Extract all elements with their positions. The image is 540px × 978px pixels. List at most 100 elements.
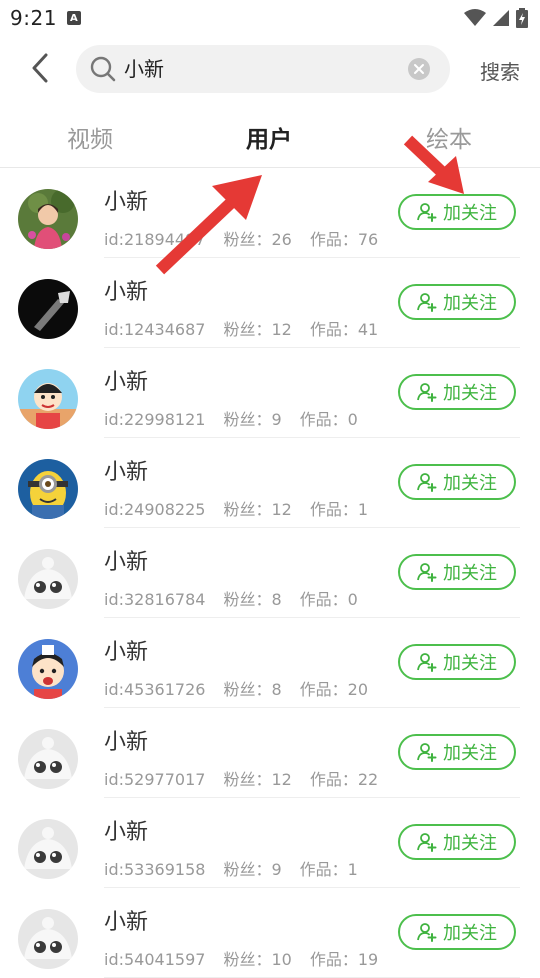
fans-prefix: 粉丝： (223, 770, 272, 789)
fans-value: 12 (271, 500, 292, 519)
follow-button[interactable]: 加关注 (398, 824, 516, 860)
user-id: id:32816784 (104, 590, 206, 609)
fans-prefix: 粉丝： (223, 320, 272, 339)
fans-value: 8 (271, 590, 282, 609)
works-value: 1 (357, 500, 369, 519)
user-name: 小新 (104, 910, 149, 935)
works-prefix: 作品： (309, 770, 358, 789)
works-count: 作品：41 (310, 320, 378, 339)
user-row[interactable]: 小新 id:54041597 粉丝：10 作品：19 加关注 (0, 888, 540, 978)
user-id: id:45361726 (104, 680, 206, 699)
avatar[interactable] (18, 279, 78, 339)
follow-label: 加关注 (443, 743, 497, 764)
user-row[interactable]: 小新 id:32816784 粉丝：8 作品：0 加关注 (0, 528, 540, 618)
works-count: 作品：22 (310, 770, 378, 789)
follow-label: 加关注 (443, 653, 497, 674)
status-right (464, 8, 528, 28)
follow-button[interactable]: 加关注 (398, 374, 516, 410)
avatar[interactable] (18, 639, 78, 699)
user-id: id:52977017 (104, 770, 206, 789)
user-list: 小新 id:21894497 粉丝：26 作品：76 加关注 小新 id:12434687 粉… (0, 168, 540, 978)
follow-button[interactable]: 加关注 (398, 914, 516, 950)
works-prefix: 作品： (299, 680, 348, 699)
battery-icon (516, 8, 528, 28)
user-meta: id:32816784 粉丝：8 作品：0 (104, 586, 376, 610)
user-meta: id:53369158 粉丝：9 作品：1 (104, 856, 376, 880)
user-meta: id:54041597 粉丝：10 作品：19 (104, 946, 396, 970)
fans-value: 12 (271, 770, 292, 789)
back-button[interactable] (22, 50, 58, 86)
user-row[interactable]: 小新 id:21894497 粉丝：26 作品：76 加关注 (0, 168, 540, 258)
tab-picturebook[interactable]: 绘本 (426, 120, 472, 154)
user-row[interactable]: 小新 id:53369158 粉丝：9 作品：1 加关注 (0, 798, 540, 888)
user-name: 小新 (104, 820, 149, 845)
user-id: id:21894497 (104, 230, 206, 249)
user-name: 小新 (104, 550, 149, 575)
works-count: 作品：1 (310, 500, 368, 519)
tab-video[interactable]: 视频 (67, 120, 113, 154)
works-prefix: 作品： (309, 320, 358, 339)
follow-button[interactable]: 加关注 (398, 284, 516, 320)
user-id: id:22998121 (104, 410, 206, 429)
avatar[interactable] (18, 459, 78, 519)
avatar[interactable] (18, 369, 78, 429)
user-id: id:24908225 (104, 500, 206, 519)
user-row[interactable]: 小新 id:45361726 粉丝：8 作品：20 加关注 (0, 618, 540, 708)
works-value: 0 (347, 590, 358, 609)
search-box[interactable] (76, 45, 450, 93)
clear-search-button[interactable] (408, 58, 430, 80)
follow-label: 加关注 (443, 203, 497, 224)
avatar[interactable] (18, 189, 78, 249)
user-row[interactable]: 小新 id:22998121 粉丝：9 作品：0 加关注 (0, 348, 540, 438)
avatar[interactable] (18, 909, 78, 969)
follow-button[interactable]: 加关注 (398, 194, 516, 230)
avatar[interactable] (18, 819, 78, 879)
works-value: 76 (357, 230, 379, 249)
add-user-icon (417, 833, 437, 852)
follow-label: 加关注 (443, 923, 497, 944)
user-row[interactable]: 小新 id:52977017 粉丝：12 作品：22 加关注 (0, 708, 540, 798)
user-id: id:53369158 (104, 860, 206, 879)
fans-prefix: 粉丝： (223, 500, 272, 519)
fans-count: 粉丝：12 (223, 500, 291, 519)
status-left: 9:21 A (10, 6, 81, 30)
follow-button[interactable]: 加关注 (398, 464, 516, 500)
avatar[interactable] (18, 729, 78, 789)
follow-button[interactable]: 加关注 (398, 734, 516, 770)
user-name: 小新 (104, 640, 149, 665)
fans-value: 9 (271, 410, 282, 429)
status-time: 9:21 (10, 6, 57, 30)
search-input[interactable] (124, 45, 394, 93)
user-meta: id:52977017 粉丝：12 作品：22 (104, 766, 396, 790)
works-prefix: 作品： (299, 590, 348, 609)
user-meta: id:21894497 粉丝：26 作品：76 (104, 226, 396, 250)
user-name: 小新 (104, 280, 149, 305)
wifi-icon (464, 9, 486, 26)
tab-bar: 视频 用户 绘本 (0, 110, 540, 166)
chevron-left-icon (32, 53, 48, 83)
tab-users[interactable]: 用户 (246, 120, 292, 154)
user-meta: id:24908225 粉丝：12 作品：1 (104, 496, 386, 520)
works-value: 0 (347, 410, 358, 429)
follow-button[interactable]: 加关注 (398, 644, 516, 680)
avatar[interactable] (18, 549, 78, 609)
works-value: 22 (357, 770, 379, 789)
add-user-icon (417, 563, 437, 582)
add-user-icon (417, 653, 437, 672)
add-user-icon (417, 923, 437, 942)
fans-count: 粉丝：12 (223, 770, 291, 789)
user-name: 小新 (104, 190, 149, 215)
add-user-icon (417, 383, 437, 402)
works-count: 作品：1 (300, 860, 358, 879)
fans-count: 粉丝：12 (223, 320, 291, 339)
works-count: 作品：0 (300, 590, 358, 609)
works-count: 作品：76 (310, 230, 378, 249)
user-row[interactable]: 小新 id:12434687 粉丝：12 作品：41 加关注 (0, 258, 540, 348)
follow-button[interactable]: 加关注 (398, 554, 516, 590)
fans-value: 12 (271, 320, 292, 339)
user-row[interactable]: 小新 id:24908225 粉丝：12 作品：1 加关注 (0, 438, 540, 528)
search-button[interactable]: 搜索 (480, 56, 520, 85)
add-user-icon (417, 293, 437, 312)
fans-value: 8 (271, 680, 282, 699)
user-name: 小新 (104, 370, 149, 395)
